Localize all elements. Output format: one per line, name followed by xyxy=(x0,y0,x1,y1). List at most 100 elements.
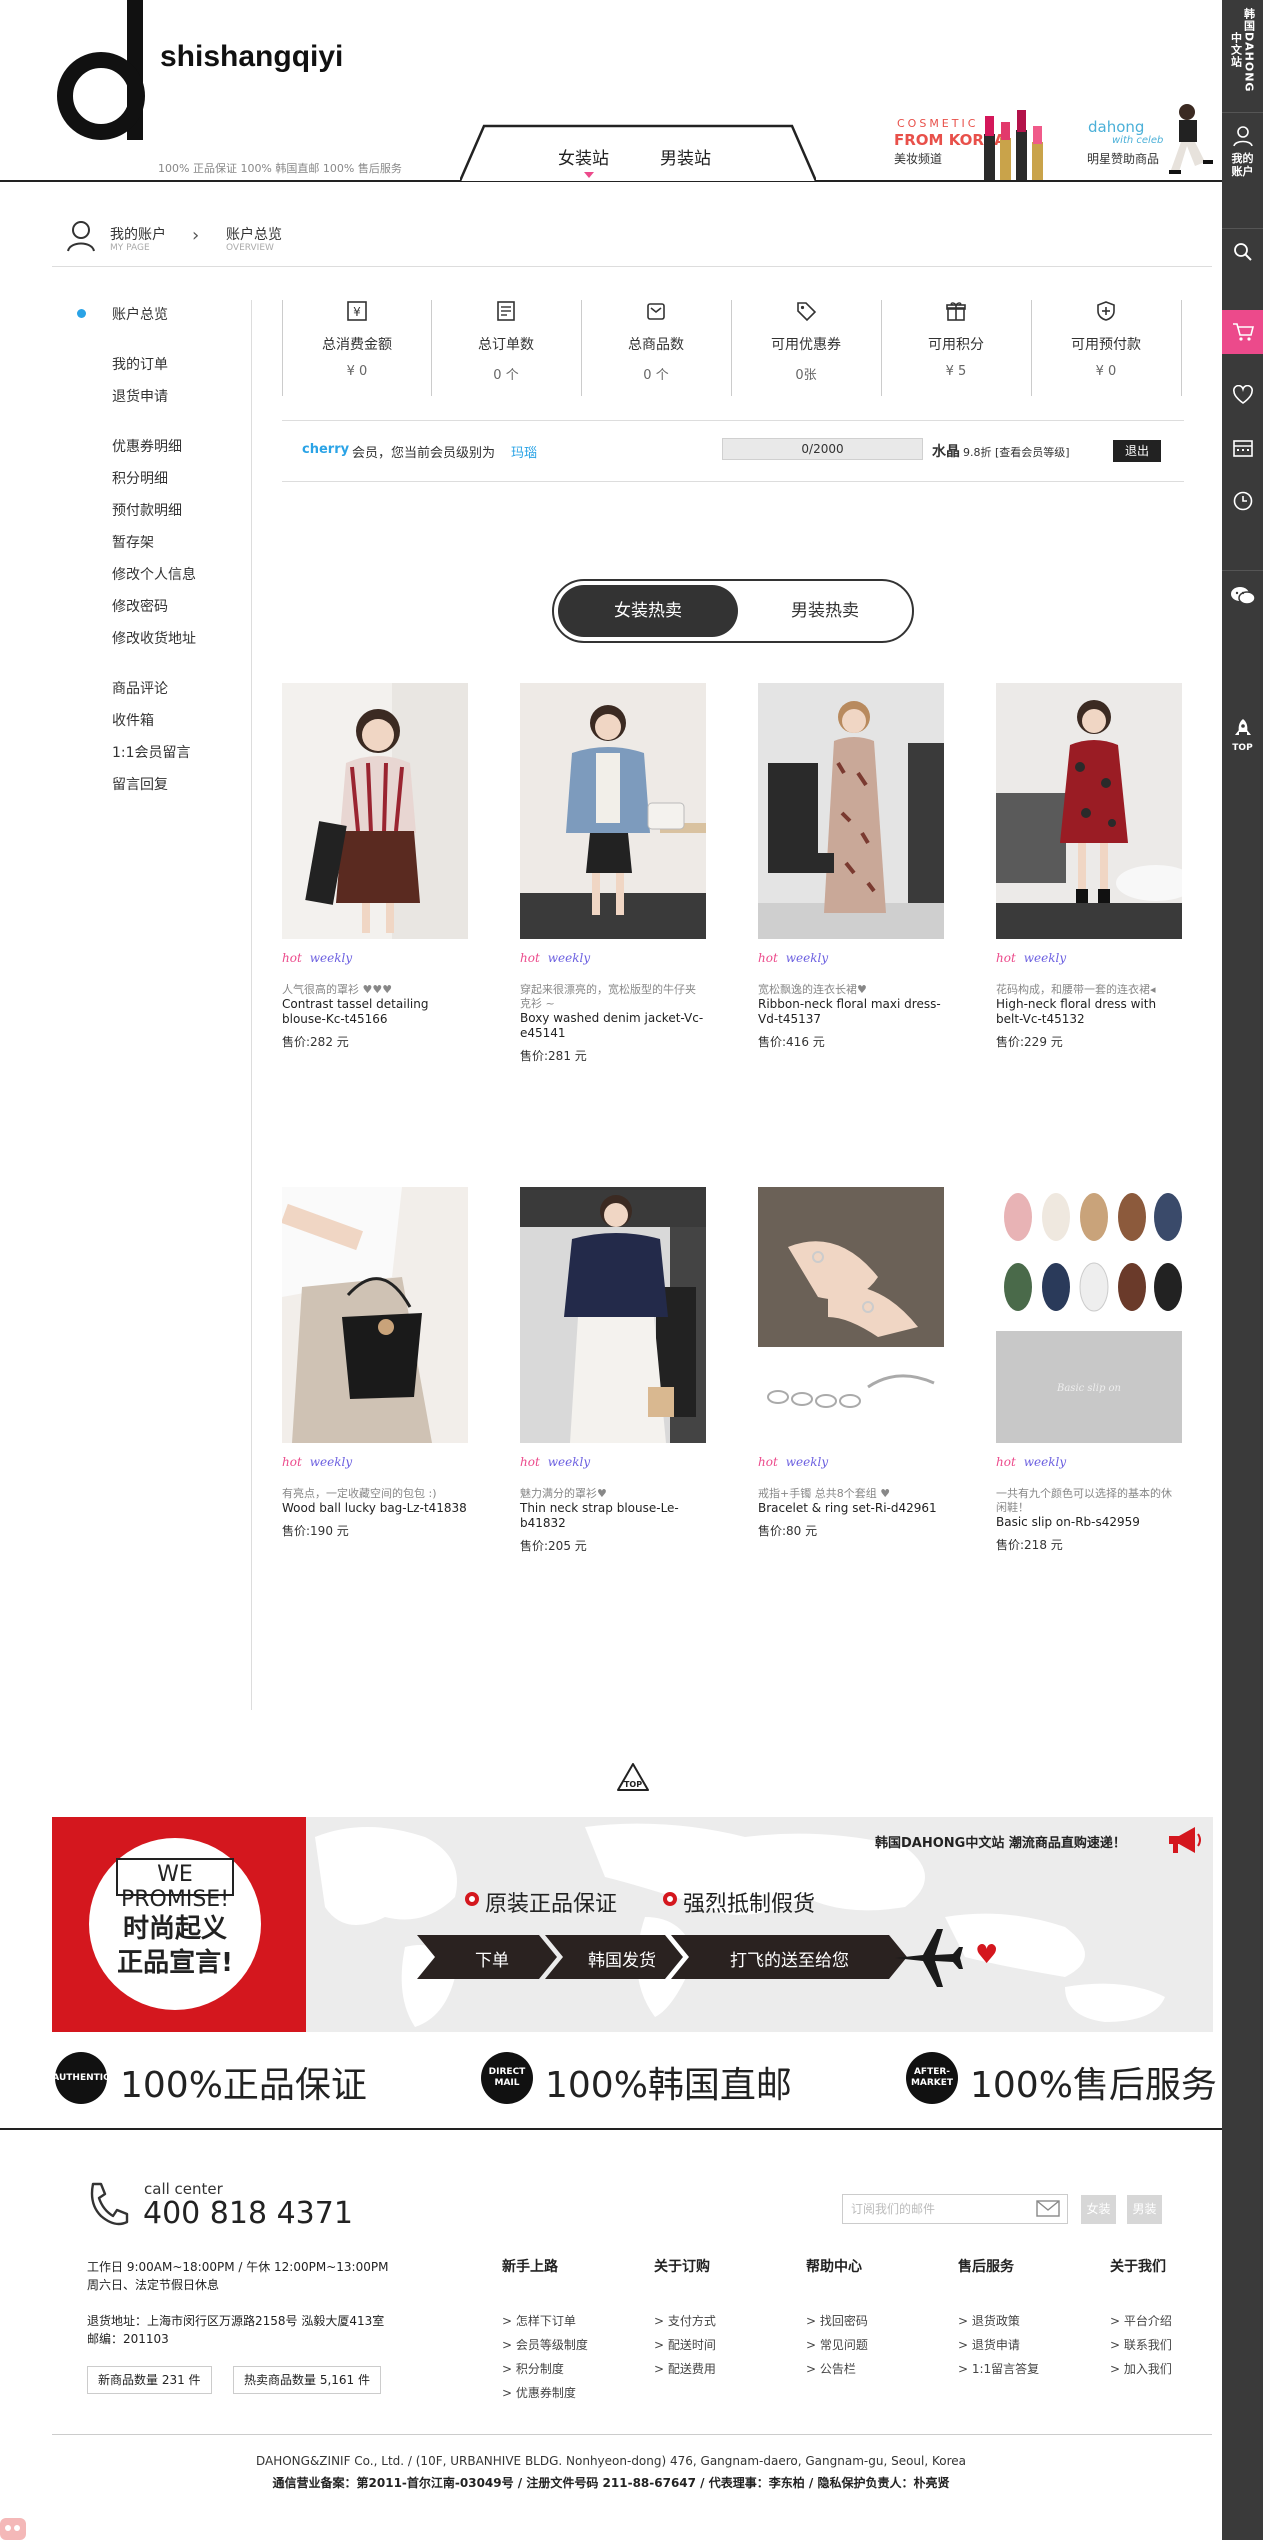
stat-total-spent[interactable]: ¥ 总消费金额 ¥ 0 xyxy=(283,300,431,396)
footer-link[interactable]: > 退货政策 xyxy=(958,2312,1020,2329)
sidebar-item-prepaid[interactable]: 预付款明细 xyxy=(112,500,182,520)
sidebar-item-edit-profile[interactable]: 修改个人信息 xyxy=(112,564,196,584)
stat-prepaid[interactable]: 可用预付款 ¥ 0 xyxy=(1032,300,1180,396)
footer-link[interactable]: > 会员等级制度 xyxy=(502,2336,588,2353)
product-name[interactable]: Bracelet & ring set-Ri-d42961 xyxy=(758,1501,944,1516)
hot-tag: hot xyxy=(996,1455,1016,1469)
promise-line-2: 正品宣言! xyxy=(117,1948,233,1978)
tab-men-hot[interactable]: 男装热卖 xyxy=(740,585,910,637)
footer-link[interactable]: > 联系我们 xyxy=(1110,2336,1172,2353)
mail-icon[interactable] xyxy=(1036,2200,1060,2217)
sidebar-item-returns[interactable]: 退货申请 xyxy=(112,386,168,406)
footer-link[interactable]: > 退货申请 xyxy=(958,2336,1020,2353)
product-card[interactable]: Basic slip on hot weekly 一共有九个颜色可以选择的基本的休… xyxy=(996,1187,1182,1553)
tab-women-hot[interactable]: 女装热卖 xyxy=(558,585,738,637)
right-bar-search[interactable] xyxy=(1222,228,1263,274)
footer-link[interactable]: > 支付方式 xyxy=(654,2312,716,2329)
right-bar-brand[interactable]: 韩国DAHONG中文站 xyxy=(1222,6,1263,94)
tab-women-site[interactable]: 女装站 xyxy=(558,144,609,169)
footer-link[interactable]: > 优惠券制度 xyxy=(502,2384,576,2401)
right-bar-calendar[interactable] xyxy=(1222,428,1263,468)
chat-widget-icon[interactable] xyxy=(0,2514,28,2540)
footer-link[interactable]: > 配送费用 xyxy=(654,2360,716,2377)
product-card[interactable]: hot weekly 宽松飘逸的连衣长裙♥ Ribbon-neck floral … xyxy=(758,683,944,1050)
product-name[interactable]: Ribbon-neck floral maxi dress-Vd-t45137 xyxy=(758,997,944,1027)
sidebar-item-coupons[interactable]: 优惠券明细 xyxy=(112,436,182,456)
sidebar-item-inbox[interactable]: 收件箱 xyxy=(112,710,154,730)
celebrity-image[interactable] xyxy=(1165,100,1217,180)
product-image[interactable] xyxy=(282,683,468,939)
sidebar-item-reviews[interactable]: 商品评论 xyxy=(112,678,168,698)
site-name[interactable]: shishangqiyi xyxy=(160,40,343,74)
right-bar-cart[interactable] xyxy=(1222,310,1263,354)
back-to-top-icon[interactable]: TOP xyxy=(616,1762,650,1794)
dahong-celeb-title[interactable]: dahong xyxy=(1088,118,1144,136)
promise-authentic: 100%正品保证 xyxy=(120,2065,367,2106)
sidebar-item-points[interactable]: 积分明细 xyxy=(112,468,168,488)
footer-link[interactable]: > 加入我们 xyxy=(1110,2360,1172,2377)
product-name[interactable]: Thin neck strap blouse-Le-b41832 xyxy=(520,1501,706,1531)
banner-headline: 韩国DAHONG中文站 潮流商品直购速递！ xyxy=(875,1836,1126,1851)
sidebar-item-replies[interactable]: 留言回复 xyxy=(112,774,168,794)
dahong-celeb-label[interactable]: 明星赞助商品 xyxy=(1087,150,1159,167)
tab-men-site[interactable]: 男装站 xyxy=(660,144,711,169)
product-image[interactable] xyxy=(758,1187,944,1443)
product-card[interactable]: hot weekly 魅力满分的罩衫♥ Thin neck strap blous… xyxy=(520,1187,706,1554)
right-bar-account[interactable]: 我的账户 xyxy=(1222,112,1263,190)
lipstick-image[interactable] xyxy=(980,108,1050,180)
sidebar-item-overview[interactable]: 账户总览 xyxy=(112,304,168,324)
product-name[interactable]: Basic slip on-Rb-s42959 xyxy=(996,1515,1182,1530)
product-image[interactable] xyxy=(996,683,1182,939)
footer-link[interactable]: > 积分制度 xyxy=(502,2360,564,2377)
stat-points[interactable]: 可用积分 ¥ 5 xyxy=(882,300,1030,396)
footer-link[interactable]: > 平台介绍 xyxy=(1110,2312,1172,2329)
right-bar-wechat[interactable] xyxy=(1222,570,1263,620)
footer-link[interactable]: > 配送时间 xyxy=(654,2336,716,2353)
footer-link[interactable]: > 1:1留言答复 xyxy=(958,2360,1039,2377)
product-name[interactable]: Contrast tassel detailing blouse-Kc-t451… xyxy=(282,997,468,1027)
footer-link[interactable]: > 公告栏 xyxy=(806,2360,856,2377)
hot-tag: hot xyxy=(282,951,302,965)
footer-link[interactable]: > 找回密码 xyxy=(806,2312,868,2329)
newsletter-email-field[interactable]: 订阅我们的邮件 xyxy=(842,2194,1068,2224)
product-image[interactable]: Basic slip on xyxy=(996,1187,1182,1443)
sidebar-item-orders[interactable]: 我的订单 xyxy=(112,354,168,374)
product-card[interactable]: hot weekly 花码构成，和腰带一套的连衣裙◂ High-neck flor… xyxy=(996,683,1182,1050)
logo-d-icon[interactable] xyxy=(55,0,145,142)
product-card[interactable]: hot weekly 戒指+手镯 总共8个套组 ♥ Bracelet & ring… xyxy=(758,1187,944,1539)
product-card[interactable]: hot weekly 人气很高的罩衫 ♥♥♥ Contrast tassel de… xyxy=(282,683,468,1050)
product-name[interactable]: Wood ball lucky bag-Lz-t41838 xyxy=(282,1501,468,1516)
sidebar-item-saved[interactable]: 暂存架 xyxy=(112,532,154,552)
stat-coupons[interactable]: 可用优惠券 0张 xyxy=(732,300,880,396)
product-name[interactable]: Boxy washed denim jacket-Vc-e45141 xyxy=(520,1011,706,1041)
sidebar-item-change-password[interactable]: 修改密码 xyxy=(112,596,168,616)
sidebar-item-messages[interactable]: 1:1会员留言 xyxy=(112,742,191,762)
product-image[interactable] xyxy=(520,1187,706,1443)
right-bar-top-button[interactable]: TOP xyxy=(1222,718,1263,764)
logout-button[interactable]: 退出 xyxy=(1113,440,1161,462)
cosmetic-banner-label[interactable]: 美妆频道 xyxy=(894,150,942,167)
footer-link[interactable]: > 怎样下订单 xyxy=(502,2312,576,2329)
product-image[interactable] xyxy=(282,1187,468,1443)
right-bar-wishlist[interactable] xyxy=(1222,375,1263,415)
cosmetic-banner-title[interactable]: COSMETIC xyxy=(897,117,978,130)
next-level-detail[interactable]: 9.8折 [查看会员等级] xyxy=(963,444,1070,460)
subscribe-men-button[interactable]: 男装 xyxy=(1127,2195,1162,2224)
product-card[interactable]: hot weekly 有亮点，一定收藏空间的包包 :) Wood ball luc… xyxy=(282,1187,468,1539)
heart-icon xyxy=(1232,384,1253,404)
hot-tag: hot xyxy=(282,1455,302,1469)
footer-link[interactable]: > 常见问题 xyxy=(806,2336,868,2353)
sidebar-item-address[interactable]: 修改收货地址 xyxy=(112,628,196,648)
product-name[interactable]: High-neck floral dress with belt-Vc-t451… xyxy=(996,997,1182,1027)
subscribe-women-button[interactable]: 女装 xyxy=(1081,2195,1116,2224)
dahong-celeb-sub[interactable]: with celeb xyxy=(1112,135,1163,146)
right-bar-history[interactable] xyxy=(1222,480,1263,520)
breadcrumb-my-account[interactable]: 我的账户 xyxy=(110,224,166,244)
product-image[interactable] xyxy=(758,683,944,939)
member-level[interactable]: 玛瑙 xyxy=(511,442,537,461)
product-image[interactable] xyxy=(520,683,706,939)
stat-total-items[interactable]: 总商品数 0 个 xyxy=(582,300,730,396)
weekly-tag: weekly xyxy=(547,951,591,965)
stat-total-orders[interactable]: 总订单数 0 个 xyxy=(432,300,580,396)
product-card[interactable]: hot weekly 穿起来很漂亮的，宽松版型的牛仔夹克衫 ~ Boxy wash… xyxy=(520,683,706,1064)
